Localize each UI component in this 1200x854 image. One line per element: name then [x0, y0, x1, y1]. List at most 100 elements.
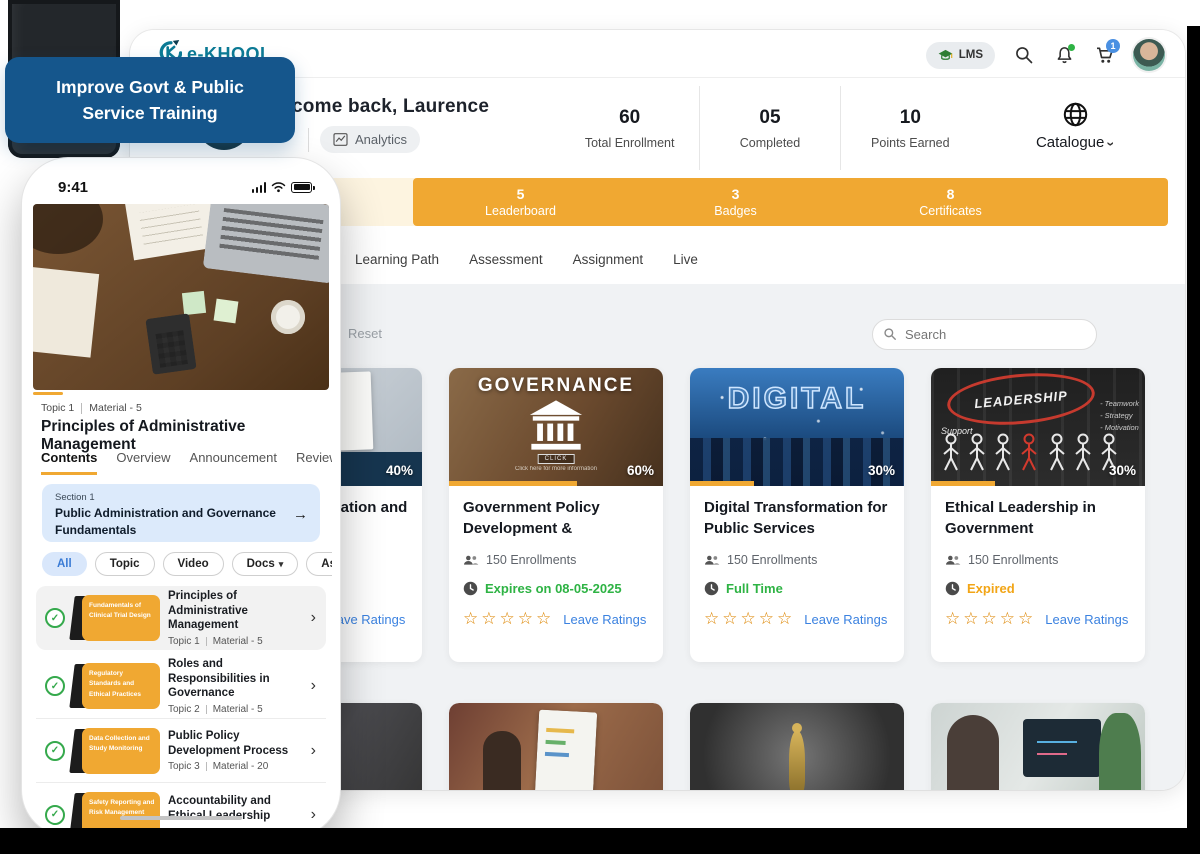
lms-button-label: LMS	[959, 49, 983, 61]
course-progress-bar	[33, 392, 63, 395]
tab-announcement[interactable]: Announcement	[190, 450, 277, 475]
enrollments-row: 150 Enrollments	[463, 551, 649, 569]
lesson-item[interactable]: Fundamentals of Clinical Trial Design Pr…	[36, 586, 326, 650]
chevron-right-icon[interactable]	[311, 609, 316, 627]
completed-check-icon	[45, 608, 65, 628]
course-title: Principles of Administrative Management	[41, 418, 332, 454]
tab-live[interactable]: Live	[673, 252, 698, 267]
tab-assessment[interactable]: Assessment	[469, 252, 543, 267]
stat-points-earned: 10 Points Earned	[841, 86, 980, 170]
course-card[interactable]	[449, 703, 663, 790]
achievement-label: Leaderboard	[485, 204, 556, 218]
main-tabs: Learning Path Assessment Assignment Live	[355, 252, 698, 267]
lesson-item[interactable]: Data Collection and Study Monitoring Pub…	[36, 718, 326, 782]
course-meta: Topic 1 Material - 5	[41, 402, 142, 414]
tab-review[interactable]: Review	[296, 450, 332, 475]
search-input[interactable]	[872, 319, 1097, 350]
chevron-right-icon[interactable]	[311, 677, 316, 695]
achievement-value: 8	[947, 186, 955, 202]
chevron-right-icon[interactable]	[311, 742, 316, 760]
chip-all[interactable]: All	[42, 552, 87, 576]
click-caption: Click here for more information	[515, 466, 597, 472]
course-card[interactable]: LEADERSHIP - Teamwork - Strategy - Motiv…	[931, 368, 1145, 662]
analytics-button[interactable]: Analytics	[320, 126, 420, 153]
course-card[interactable]	[690, 703, 904, 790]
completed-check-icon	[45, 741, 65, 761]
achievement-certificates[interactable]: 8 Certificates	[843, 178, 1058, 226]
home-indicator[interactable]	[120, 816, 242, 820]
clock-icon	[463, 581, 478, 596]
enrollments-row: 150 Enrollments	[945, 551, 1131, 569]
status-row: Expires on 08-05-2025	[463, 579, 649, 597]
course-image	[690, 703, 904, 790]
stats-row: 60 Total Enrollment 05 Completed 10 Poin…	[560, 86, 980, 170]
achievements-bar: 5 Leaderboard 3 Badges 8 Certificates	[413, 178, 1168, 226]
arrow-right-icon[interactable]: →	[293, 506, 308, 523]
star-rating-icons[interactable]	[463, 609, 554, 629]
leave-ratings-link[interactable]: Leave Ratings	[804, 612, 887, 627]
wifi-icon	[271, 181, 286, 193]
tab-overview[interactable]: Overview	[116, 450, 170, 475]
course-card[interactable]	[931, 703, 1145, 790]
lesson-list: Fundamentals of Clinical Trial Design Pr…	[36, 586, 326, 828]
lesson-thumbnail: Fundamentals of Clinical Trial Design	[70, 595, 160, 641]
thumbnail-text: Fundamentals of Clinical Trial Design	[89, 601, 155, 622]
catalogue-text: Catalogue	[1036, 134, 1104, 151]
course-image: LEADERSHIP - Teamwork - Strategy - Motiv…	[931, 368, 1145, 486]
star-rating-icons[interactable]	[945, 609, 1036, 629]
course-search	[872, 319, 1097, 350]
status-text: Expired	[967, 581, 1015, 596]
status-bar-time: 9:41	[58, 179, 88, 196]
people-icon	[704, 554, 720, 566]
stat-label: Points Earned	[871, 136, 950, 150]
callout-banner: Improve Govt & Public Service Training	[5, 57, 295, 143]
tab-contents[interactable]: Contents	[41, 450, 97, 475]
section-card[interactable]: Section 1 Public Administration and Gove…	[42, 484, 320, 542]
leadership-cloud-sketch: LEADERSHIP	[945, 368, 1097, 430]
lesson-title: Principles of Administrative Management	[168, 589, 310, 634]
catalogue-menu[interactable]: Catalogue ›	[990, 82, 1160, 170]
course-card-body: Government Policy Development & Impleme.…	[449, 486, 663, 629]
tab-learning-path[interactable]: Learning Path	[355, 252, 439, 267]
course-card[interactable]: DIGITAL 30% Digital Transformation for P…	[690, 368, 904, 662]
people-icon	[463, 554, 479, 566]
lesson-item[interactable]: Safety Reporting and Risk Management Acc…	[36, 782, 326, 828]
cart-icon[interactable]: 1	[1093, 44, 1115, 66]
achievement-badges[interactable]: 3 Badges	[628, 178, 843, 226]
whiteboard	[535, 710, 597, 790]
search-icon[interactable]	[1013, 44, 1035, 66]
analytics-chart-icon	[333, 133, 348, 146]
achievement-leaderboard[interactable]: 5 Leaderboard	[413, 178, 628, 226]
image-edge	[0, 828, 1200, 854]
lms-button[interactable]: LMS	[926, 42, 995, 69]
course-image-text: GOVERNANCE	[449, 375, 663, 397]
stick-figures	[939, 433, 1129, 480]
progress-bar	[449, 481, 577, 486]
leave-ratings-link[interactable]: Leave Ratings	[1045, 612, 1128, 627]
notifications-bell-icon[interactable]	[1053, 44, 1075, 66]
course-card[interactable]: GOVERNANCE CLICK Click here for more inf…	[449, 368, 663, 662]
chip-docs[interactable]: Docs▾	[232, 552, 299, 576]
course-title: Digital Transformation for Public Servic…	[704, 497, 890, 541]
course-image	[931, 703, 1145, 790]
stat-value: 05	[759, 107, 780, 129]
star-rating-icons[interactable]	[704, 609, 795, 629]
graduation-cap-icon	[938, 49, 953, 62]
course-image-text: DIGITAL	[690, 382, 904, 416]
lesson-item[interactable]: Regulatory Standards and Ethical Practic…	[36, 654, 326, 718]
lesson-meta: Topic 3Material - 20	[168, 761, 310, 772]
user-avatar[interactable]	[1133, 39, 1165, 71]
catalogue-label: Catalogue ›	[1036, 134, 1114, 151]
progress-badge: 30%	[868, 463, 895, 478]
plant	[1099, 713, 1141, 790]
tab-assignment[interactable]: Assignment	[573, 252, 644, 267]
phone-mockup: 9:41 Topic 1 Material - 5 Principles of …	[22, 158, 340, 836]
leave-ratings-link[interactable]: Leave Ratings	[563, 612, 646, 627]
reset-button[interactable]: Reset	[348, 326, 382, 341]
chevron-right-icon[interactable]	[311, 806, 316, 824]
topbar-actions: LMS 1	[926, 39, 1165, 71]
chip-assessment[interactable]: Asse	[306, 552, 332, 576]
chip-video[interactable]: Video	[163, 552, 224, 576]
chip-topic[interactable]: Topic	[95, 552, 155, 576]
progress-badge: 40%	[386, 463, 413, 478]
